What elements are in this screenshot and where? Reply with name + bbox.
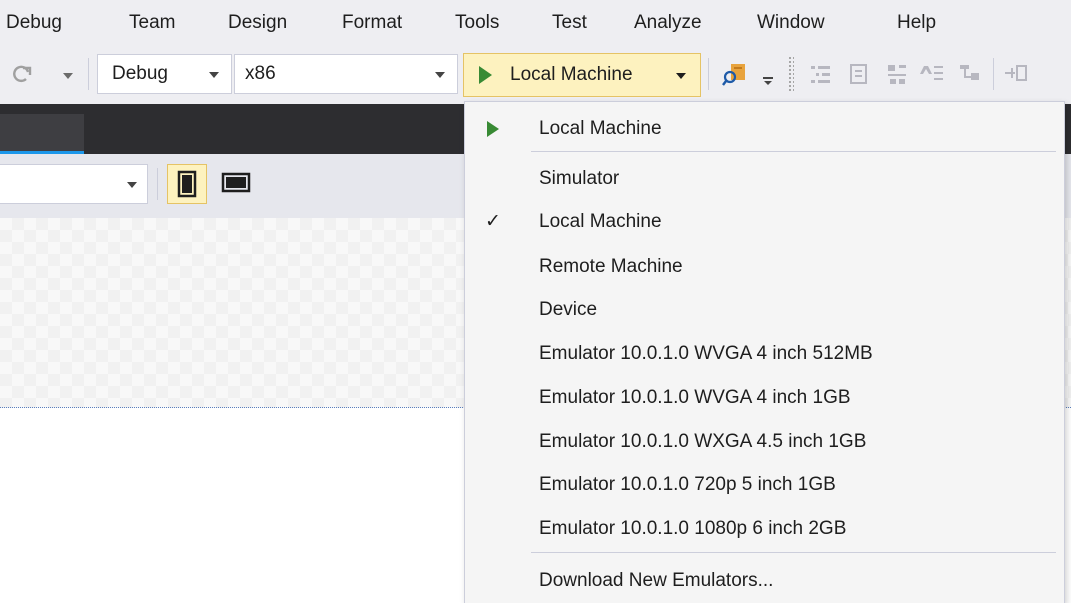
device-preview-combo[interactable] [0,164,148,204]
menu-test[interactable]: Test [552,0,587,46]
menu-item-label: Local Machine [539,118,662,139]
menu-item-download-new-emulators[interactable]: Download New Emulators... [465,560,1064,602]
menu-item-label: Remote Machine [539,256,683,277]
menu-tools[interactable]: Tools [455,0,499,46]
toolbar-separator [708,58,709,90]
menu-item-label: Emulator 10.0.1.0 1080p 6 inch 2GB [539,518,847,539]
redo-icon[interactable] [10,60,34,88]
menu-item-label: Download New Emulators... [539,570,774,591]
menu-design[interactable]: Design [228,0,287,46]
toolbar-grip[interactable] [788,56,794,92]
menu-item-label: Local Machine [539,211,662,232]
menu-separator [531,552,1056,553]
solution-platform-combo[interactable]: x86 [234,54,458,94]
play-icon [479,66,492,84]
chevron-down-icon[interactable] [676,73,686,79]
align-icon[interactable] [884,60,910,88]
portrait-view-button[interactable] [167,164,207,204]
sort-icon[interactable] [920,60,946,88]
menu-item-device[interactable]: Device [465,289,1064,331]
standard-toolbar: Debug x86 Local Machine [0,46,1071,104]
menu-debug[interactable]: Debug [6,0,62,46]
check-icon: ✓ [485,211,501,232]
find-in-files-icon[interactable] [722,60,748,88]
toolbar-overflow-icon[interactable] [761,60,775,88]
menu-item-label: Emulator 10.0.1.0 720p 5 inch 1GB [539,474,836,495]
toolbar-separator [88,58,89,90]
menu-item-label: Simulator [539,168,620,189]
chevron-down-icon [209,72,219,78]
run-target-dropdown: Local Machine Simulator ✓ Local Machine … [464,101,1065,603]
menu-team[interactable]: Team [129,0,175,46]
menu-bar: Debug Team Design Format Tools Test Anal… [0,0,1071,46]
configuration-value: Debug [112,63,168,84]
document-icon[interactable] [846,60,872,88]
menu-item-label: Emulator 10.0.1.0 WVGA 4 inch 512MB [539,343,873,364]
menu-analyze[interactable]: Analyze [634,0,702,46]
tree-icon[interactable] [956,60,982,88]
more-icon[interactable] [1003,60,1029,88]
chevron-down-icon [127,182,137,188]
toolbar-separator [993,58,994,90]
menu-separator [531,151,1056,152]
menu-item-emulator-720p-1gb[interactable]: Emulator 10.0.1.0 720p 5 inch 1GB [465,464,1064,506]
document-tab[interactable] [0,114,84,154]
menu-item-local-machine[interactable]: ✓ Local Machine [465,201,1064,243]
portrait-view-icon [177,170,197,198]
start-debugging-button[interactable]: Local Machine [463,53,701,97]
menu-format[interactable]: Format [342,0,402,46]
menu-item-local-machine-default[interactable]: Local Machine [465,108,1064,150]
toolbar-separator [157,168,158,200]
chevron-down-icon [435,72,445,78]
menu-item-emulator-1080p-2gb[interactable]: Emulator 10.0.1.0 1080p 6 inch 2GB [465,508,1064,550]
menu-item-simulator[interactable]: Simulator [465,158,1064,200]
run-target-label: Local Machine [510,64,633,85]
menu-window[interactable]: Window [757,0,825,46]
platform-value: x86 [245,63,276,84]
landscape-view-button[interactable] [217,164,257,204]
outline-icon[interactable] [808,60,834,88]
menu-item-emulator-wvga-512mb[interactable]: Emulator 10.0.1.0 WVGA 4 inch 512MB [465,333,1064,375]
menu-item-remote-machine[interactable]: Remote Machine [465,246,1064,288]
menu-item-label: Emulator 10.0.1.0 WVGA 4 inch 1GB [539,387,851,408]
play-icon [487,121,499,137]
menu-item-label: Device [539,299,598,320]
landscape-view-icon [221,172,251,193]
menu-item-emulator-wvga-1gb[interactable]: Emulator 10.0.1.0 WVGA 4 inch 1GB [465,377,1064,419]
menu-help[interactable]: Help [897,0,936,46]
redo-dropdown-icon[interactable] [63,73,73,79]
menu-item-emulator-wxga-1gb[interactable]: Emulator 10.0.1.0 WXGA 4.5 inch 1GB [465,421,1064,463]
solution-configuration-combo[interactable]: Debug [97,54,232,94]
menu-item-label: Emulator 10.0.1.0 WXGA 4.5 inch 1GB [539,431,867,452]
